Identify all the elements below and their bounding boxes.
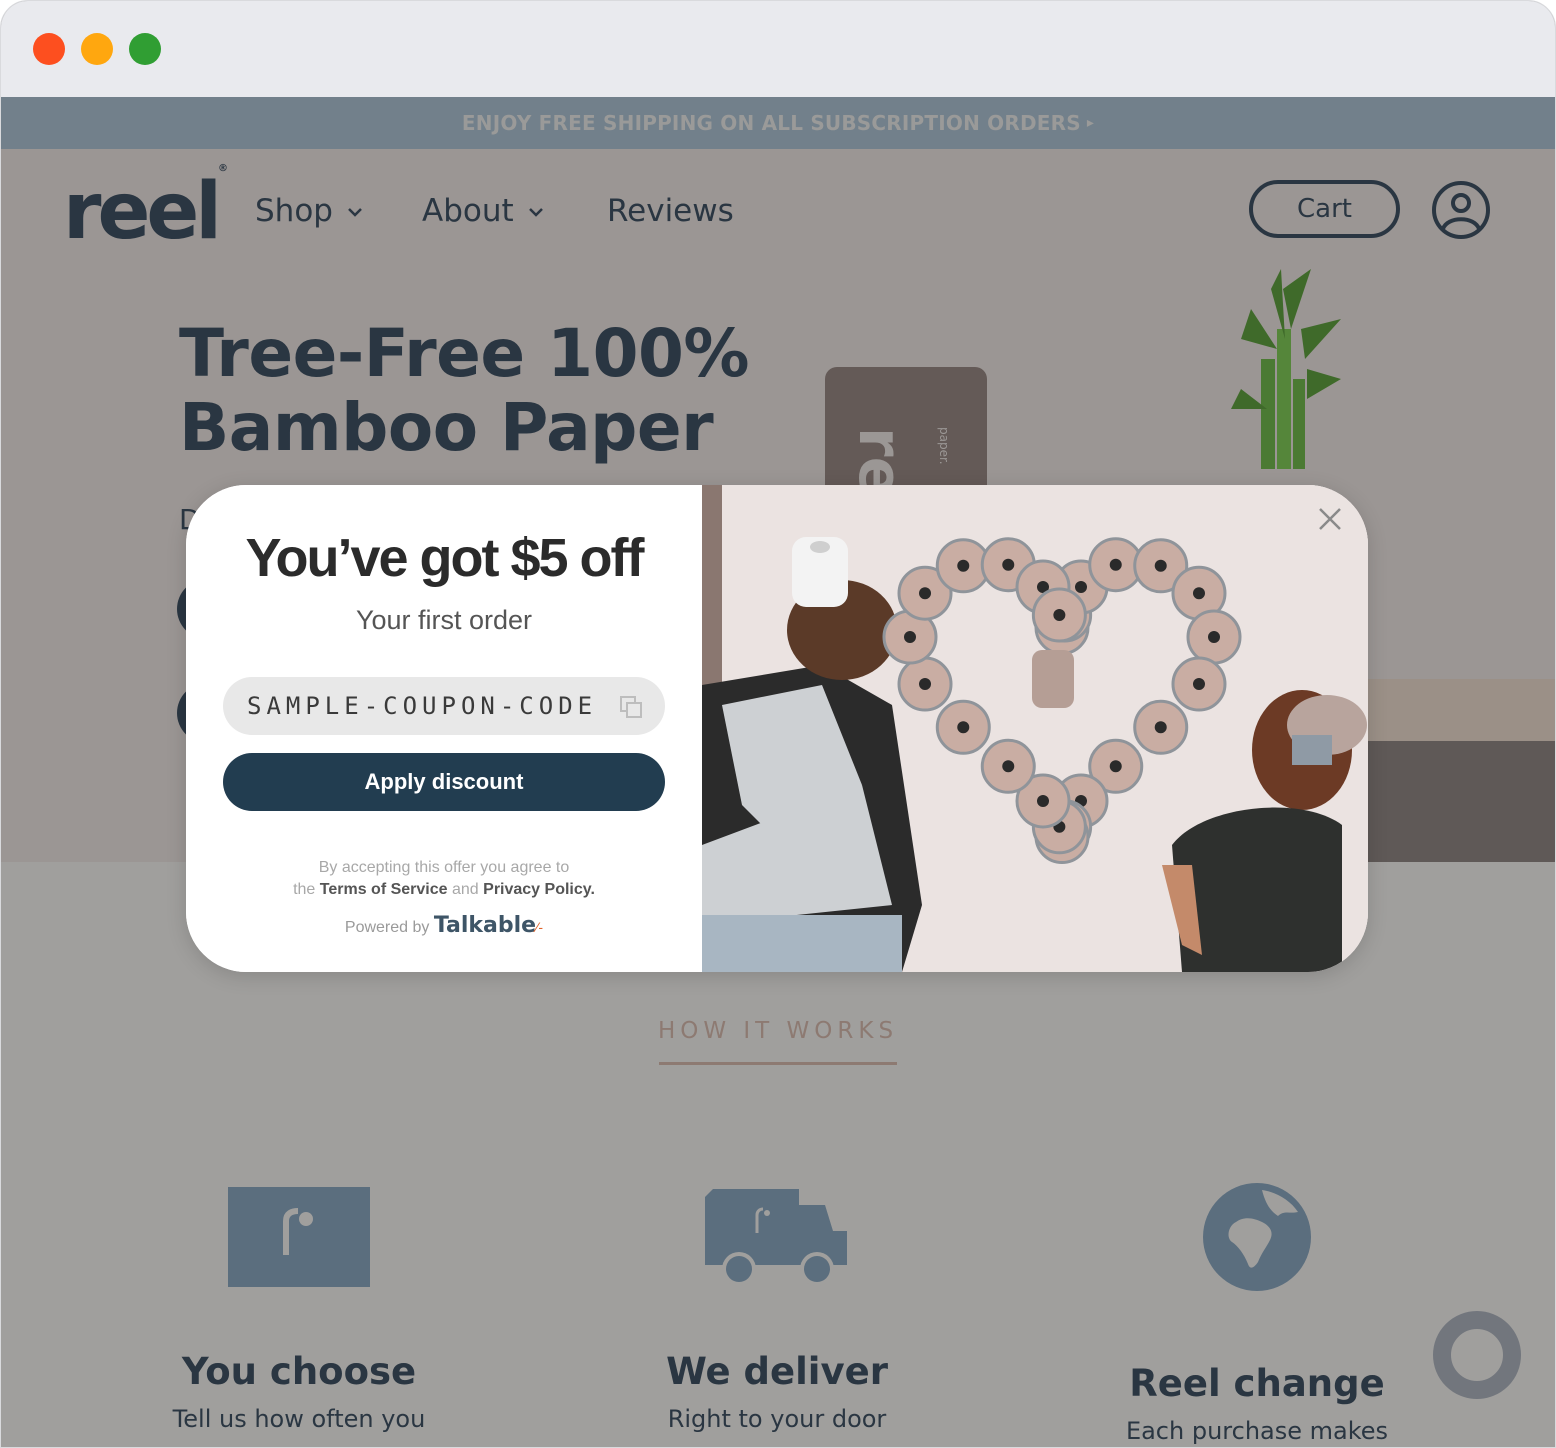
title-bar [1, 1, 1555, 97]
nav-about-label: About [422, 193, 514, 229]
window-maximize-button[interactable] [129, 33, 161, 65]
coupon-code-text: SAMPLE-COUPON-CODE [247, 692, 598, 720]
terms-of-service-link[interactable]: Terms of Service [320, 881, 448, 898]
step-description: Each purchase makes [1125, 1417, 1389, 1445]
toilet-roll-core [1053, 609, 1066, 622]
toilet-roll-core [1208, 631, 1220, 643]
legal-text: By accepting this offer you agree to the… [186, 857, 702, 901]
powered-by-label: Powered by [344, 919, 430, 936]
toilet-roll-core [1109, 558, 1122, 571]
promo-banner[interactable]: ENJOY FREE SHIPPING ON ALL SUBSCRIPTION … [1, 97, 1555, 149]
legal-the: the [293, 881, 316, 898]
step-we-deliver: We deliver Right to your door [557, 1182, 997, 1433]
nav-reviews-label: Reviews [607, 193, 734, 229]
how-it-works-title: HOW IT WORKS [657, 1018, 899, 1044]
toilet-roll-core [1037, 794, 1049, 807]
legal-and: and [451, 881, 479, 898]
step-description: Right to your door [667, 1405, 887, 1433]
main-nav: reel® Shop About Reviews Cart [1, 149, 1555, 279]
bamboo-plant-image [1231, 269, 1341, 469]
close-modal-button[interactable] [1316, 505, 1344, 533]
discount-modal: You’ve got $5 off Your first order SAMPL… [186, 485, 1368, 972]
toilet-roll-core [1002, 760, 1015, 773]
modal-content: You’ve got $5 off Your first order SAMPL… [186, 485, 702, 972]
step-title: You choose [181, 1350, 417, 1393]
close-icon [1319, 508, 1341, 530]
nav-shop-label: Shop [255, 193, 333, 229]
hero-title-line1: Tree-Free 100% [179, 315, 750, 392]
toilet-roll-core [919, 678, 932, 691]
toilet-roll-core [1109, 760, 1122, 773]
step-title: We deliver [666, 1350, 888, 1393]
apply-discount-button[interactable]: Apply discount [223, 753, 665, 811]
modal-headline: You’ve got $5 off [245, 528, 644, 588]
reel-logo[interactable]: reel® [63, 163, 228, 257]
step-title: Reel change [1129, 1362, 1385, 1405]
hero-title: Tree-Free 100% Bamboo Paper [179, 315, 750, 466]
toilet-roll-core [1002, 558, 1015, 571]
toilet-roll-core [1192, 678, 1205, 691]
toilet-roll-core [904, 631, 916, 643]
step-you-choose: You choose Tell us how often you [79, 1182, 519, 1433]
toilet-roll-core [1075, 581, 1087, 594]
family-heart-photo [702, 485, 1368, 972]
toilet-roll-core [1154, 721, 1167, 734]
legal-line1: By accepting this offer you agree to [318, 859, 570, 876]
nav-reviews[interactable]: Reviews [607, 193, 734, 229]
product-label: paper. [937, 427, 951, 465]
talkable-logo[interactable]: Talkable [434, 913, 536, 938]
registered-mark: ® [218, 163, 229, 174]
step-reel-change: Reel change Each purchase makes [1037, 1182, 1477, 1445]
promo-photo [702, 485, 1368, 972]
toilet-roll-core [919, 587, 932, 600]
hero-title-line2: Bamboo Paper [179, 389, 714, 466]
globe-icon [1037, 1182, 1477, 1292]
title-underline [659, 1062, 897, 1065]
browser-window: ENJOY FREE SHIPPING ON ALL SUBSCRIPTION … [0, 0, 1556, 1448]
delivery-truck-icon [557, 1182, 997, 1292]
powered-by: Powered by Talkable⁄- [186, 913, 702, 938]
cart-button[interactable]: Cart [1249, 180, 1400, 238]
window-close-button[interactable] [33, 33, 65, 65]
spark-icon: ⁄- [536, 919, 544, 935]
toilet-roll-core [1154, 559, 1167, 572]
box-icon [79, 1182, 519, 1292]
chevron-down-icon [528, 202, 544, 221]
modal-subheading: Your first order [355, 605, 533, 635]
privacy-policy-link[interactable]: Privacy Policy. [483, 881, 595, 898]
chevron-down-icon [347, 202, 363, 221]
chat-widget-button[interactable] [1433, 1311, 1521, 1399]
window-minimize-button[interactable] [81, 33, 113, 65]
account-button[interactable] [1431, 180, 1491, 240]
toilet-roll-core [1192, 587, 1205, 600]
copy-icon[interactable] [619, 695, 643, 719]
toilet-roll-core [957, 721, 970, 734]
caret-right-icon: ▸ [1086, 115, 1095, 131]
nav-shop[interactable]: Shop [255, 193, 363, 229]
step-description: Tell us how often you [172, 1405, 426, 1433]
legal-line2: the Terms of Service and Privacy Policy. [186, 879, 702, 901]
logo-text: reel [63, 167, 222, 257]
promo-text: ENJOY FREE SHIPPING ON ALL SUBSCRIPTION … [461, 111, 1081, 135]
nav-about[interactable]: About [422, 193, 544, 229]
user-circle-icon [1432, 181, 1490, 239]
toilet-roll-core [957, 559, 970, 572]
coupon-code-field[interactable]: SAMPLE-COUPON-CODE [223, 677, 665, 735]
